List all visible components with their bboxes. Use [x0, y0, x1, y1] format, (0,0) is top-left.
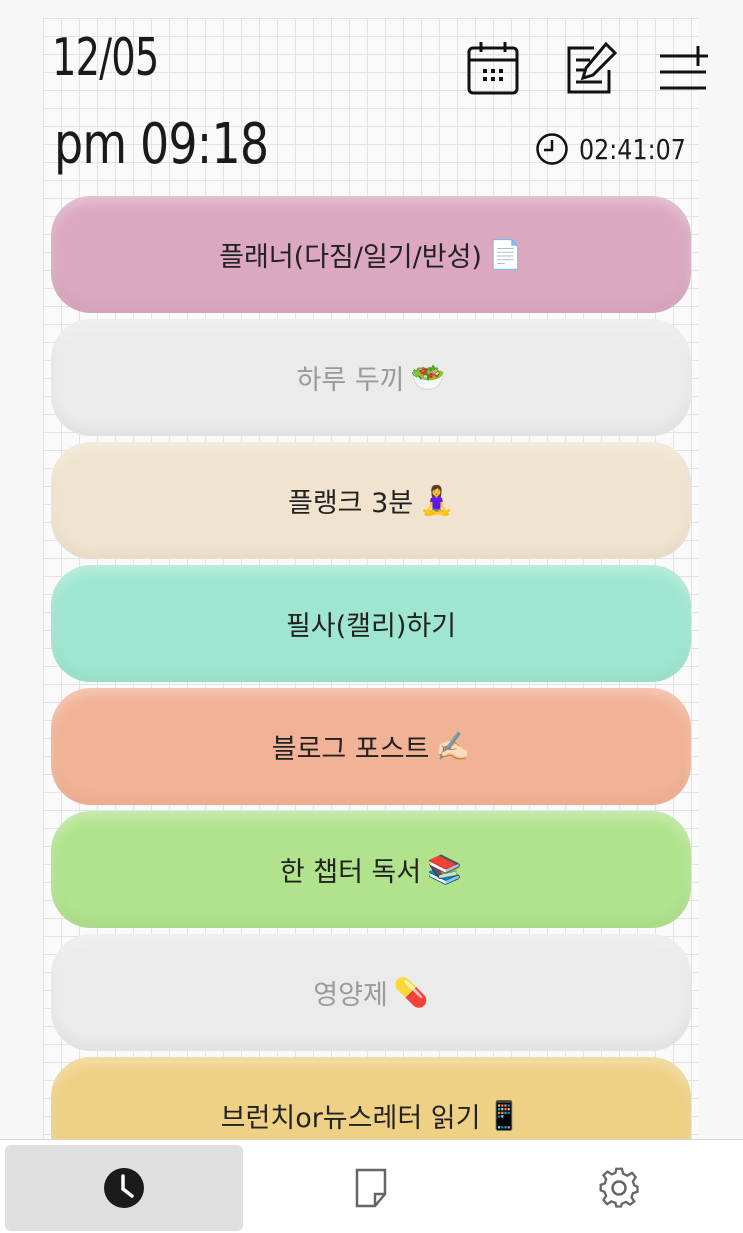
habit-item[interactable]: 플래너(다짐/일기/반성) 📄	[51, 196, 691, 313]
clock-icon	[104, 1168, 144, 1208]
habit-item[interactable]: 하루 두끼 🥗	[51, 319, 691, 436]
habit-list: 플래너(다짐/일기/반성) 📄 하루 두끼 🥗 플랭크 3분 🧘‍♀️ 필사(캘리)하기 블로…	[51, 196, 691, 1180]
habit-label: 하루 두끼	[296, 365, 405, 396]
timer-value: 02:41:07	[579, 132, 687, 166]
add-list-icon[interactable]	[658, 40, 712, 96]
current-time: pm 09:18	[54, 112, 269, 177]
edit-icon[interactable]	[564, 40, 618, 96]
gear-icon	[599, 1167, 639, 1208]
clock-icon	[536, 133, 568, 165]
bottom-navigation	[0, 1139, 743, 1233]
elapsed-timer: 02:41:07	[535, 132, 705, 166]
habit-label: 한 챕터 독서	[279, 857, 422, 888]
habit-emoji-icon: 📄	[487, 238, 523, 271]
habit-label: 플래너(다짐/일기/반성)	[219, 242, 482, 273]
habit-emoji-icon: 🧘‍♀️	[419, 484, 454, 517]
habit-item[interactable]: 플랭크 3분 🧘‍♀️	[51, 442, 691, 559]
habit-emoji-icon: 🥗	[410, 361, 446, 394]
habit-label: 필사(캘리)하기	[285, 611, 457, 642]
habit-label: 플랭크 3분	[288, 488, 414, 519]
habit-item[interactable]: 블로그 포스트 ✍🏻	[51, 688, 691, 805]
habit-emoji-icon: ✍🏻	[435, 730, 471, 763]
note-tab[interactable]	[252, 1145, 490, 1231]
habit-emoji-icon: 📚	[427, 853, 463, 886]
habit-emoji-icon: 📱	[486, 1099, 522, 1132]
habit-item[interactable]: 한 챕터 독서 📚	[51, 811, 691, 928]
clock-tab[interactable]	[5, 1145, 243, 1231]
habit-label: 영양제	[313, 980, 388, 1011]
current-date: 12/05	[52, 28, 159, 88]
habit-label: 브런치or뉴스레터 읽기	[220, 1103, 481, 1134]
habit-label: 블로그 포스트	[271, 734, 430, 765]
habit-emoji-icon: 💊	[393, 976, 429, 1009]
habit-item[interactable]: 영양제 💊	[51, 934, 691, 1051]
habit-item[interactable]: 필사(캘리)하기	[51, 565, 691, 682]
note-icon	[355, 1168, 387, 1208]
settings-tab[interactable]	[500, 1145, 738, 1231]
calendar-icon[interactable]	[466, 40, 520, 96]
